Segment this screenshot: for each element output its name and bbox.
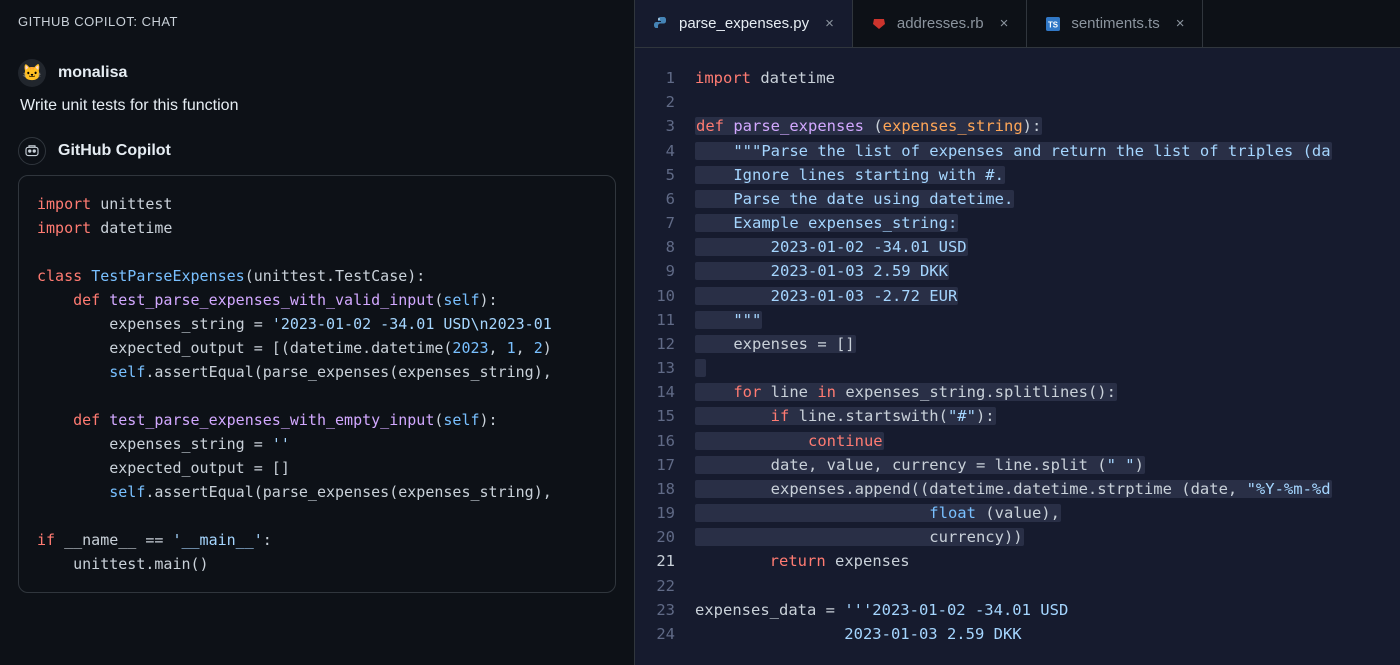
code-line: expected_output = [(datetime.datetime(20…	[37, 336, 597, 360]
editor-code[interactable]: import datetime def parse_expenses (expe…	[695, 66, 1400, 665]
tab-label: sentiments.ts	[1071, 15, 1159, 32]
line-number: 24	[635, 622, 675, 646]
code-line: 2023-01-03 2.59 DKK	[695, 259, 1400, 283]
line-number: 22	[635, 574, 675, 598]
code-line: expenses.append((datetime.datetime.strpt…	[695, 477, 1400, 501]
code-line: unittest.main()	[37, 552, 597, 576]
code-line: 2023-01-02 -34.01 USD	[695, 235, 1400, 259]
code-line: for line in expenses_string.splitlines()…	[695, 380, 1400, 404]
code-line: expenses_string = ''	[37, 432, 597, 456]
line-number: 13	[635, 356, 675, 380]
code-line	[37, 504, 597, 528]
code-line: if __name__ == '__main__':	[37, 528, 597, 552]
code-line: class TestParseExpenses(unittest.TestCas…	[37, 264, 597, 288]
code-line: return expenses	[695, 549, 1400, 573]
ts-icon: TS	[1045, 16, 1061, 32]
line-number: 10	[635, 284, 675, 308]
line-number: 8	[635, 235, 675, 259]
copilot-avatar	[18, 137, 46, 165]
line-number: 6	[635, 187, 675, 211]
chat-username: monalisa	[58, 64, 127, 82]
line-number: 4	[635, 139, 675, 163]
code-line: import unittest	[37, 192, 597, 216]
editor-tabs: parse_expenses.py × addresses.rb × TS sentime…	[635, 0, 1400, 48]
python-icon	[653, 16, 669, 32]
line-number: 16	[635, 429, 675, 453]
code-line: 2023-01-03 2.59 DKK	[695, 622, 1400, 646]
close-icon[interactable]: ×	[825, 15, 834, 32]
code-line: def test_parse_expenses_with_valid_input…	[37, 288, 597, 312]
line-number: 14	[635, 380, 675, 404]
user-avatar-icon: 🐱	[22, 63, 42, 83]
code-line: float (value),	[695, 501, 1400, 525]
chat-body: 🐱 monalisa Write unit tests for this fun…	[0, 43, 634, 665]
code-line: continue	[695, 429, 1400, 453]
line-number: 5	[635, 163, 675, 187]
chat-panel: GITHUB COPILOT: CHAT 🐱 monalisa Write un…	[0, 0, 635, 665]
line-number: 1	[635, 66, 675, 90]
code-line	[37, 384, 597, 408]
svg-text:TS: TS	[1048, 20, 1058, 29]
chat-user-message: Write unit tests for this function	[18, 97, 616, 115]
code-line: if line.startswith("#"):	[695, 404, 1400, 428]
code-line: date, value, currency = line.split (" ")	[695, 453, 1400, 477]
line-number: 11	[635, 308, 675, 332]
close-icon[interactable]: ×	[1000, 15, 1009, 32]
editor-panel: parse_expenses.py × addresses.rb × TS sentime…	[635, 0, 1400, 665]
code-line: import datetime	[695, 66, 1400, 90]
code-line: """	[695, 308, 1400, 332]
line-number: 23	[635, 598, 675, 622]
editor[interactable]: 123456789101112131415161718192021222324 …	[635, 48, 1400, 665]
code-line: self.assertEqual(parse_expenses(expenses…	[37, 360, 597, 384]
editor-gutter: 123456789101112131415161718192021222324	[635, 66, 695, 665]
line-number: 17	[635, 453, 675, 477]
line-number: 2	[635, 90, 675, 114]
chat-user-row: 🐱 monalisa	[18, 59, 616, 87]
code-line	[37, 240, 597, 264]
tab-sentiments-ts[interactable]: TS sentiments.ts ×	[1027, 0, 1203, 47]
code-line: 2023-01-03 -2.72 EUR	[695, 284, 1400, 308]
code-line: currency))	[695, 525, 1400, 549]
code-line: expenses_string = '2023-01-02 -34.01 USD…	[37, 312, 597, 336]
line-number: 20	[635, 525, 675, 549]
line-number: 7	[635, 211, 675, 235]
chat-code-block[interactable]: import unittestimport datetime class Tes…	[18, 175, 616, 593]
code-line: Parse the date using datetime.	[695, 187, 1400, 211]
code-line	[695, 90, 1400, 114]
code-line: Ignore lines starting with #.	[695, 163, 1400, 187]
user-avatar: 🐱	[18, 59, 46, 87]
code-line	[695, 356, 1400, 380]
line-number: 18	[635, 477, 675, 501]
chat-bot-row: GitHub Copilot	[18, 137, 616, 165]
tab-label: addresses.rb	[897, 15, 984, 32]
code-line: expenses_data = '''2023-01-02 -34.01 USD	[695, 598, 1400, 622]
ruby-icon	[871, 16, 887, 32]
code-line: Example expenses_string:	[695, 211, 1400, 235]
line-number: 12	[635, 332, 675, 356]
chat-header: GITHUB COPILOT: CHAT	[0, 0, 634, 43]
code-line: import datetime	[37, 216, 597, 240]
code-line: expected_output = []	[37, 456, 597, 480]
code-line: """Parse the list of expenses and return…	[695, 139, 1400, 163]
line-number: 9	[635, 259, 675, 283]
line-number: 3	[635, 114, 675, 138]
code-line: expenses = []	[695, 332, 1400, 356]
line-number: 19	[635, 501, 675, 525]
tab-label: parse_expenses.py	[679, 15, 809, 32]
close-icon[interactable]: ×	[1176, 15, 1185, 32]
line-number: 21	[635, 549, 675, 573]
code-line: def parse_expenses (expenses_string):	[695, 114, 1400, 138]
copilot-icon	[23, 142, 41, 160]
code-line	[695, 574, 1400, 598]
code-line: self.assertEqual(parse_expenses(expenses…	[37, 480, 597, 504]
code-line: def test_parse_expenses_with_empty_input…	[37, 408, 597, 432]
tab-parse_expenses-py[interactable]: parse_expenses.py ×	[635, 0, 853, 47]
line-number: 15	[635, 404, 675, 428]
chat-bot-name: GitHub Copilot	[58, 142, 171, 160]
tab-addresses-rb[interactable]: addresses.rb ×	[853, 0, 1027, 47]
